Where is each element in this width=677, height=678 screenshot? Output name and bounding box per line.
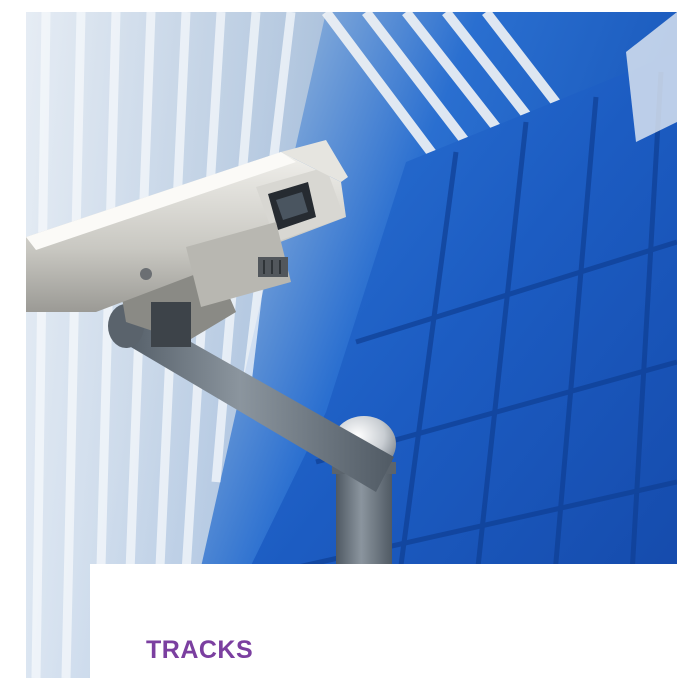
article-card[interactable]: TRACKS xyxy=(26,12,677,678)
article-category[interactable]: TRACKS xyxy=(146,636,253,665)
article-caption: TRACKS xyxy=(90,564,677,678)
